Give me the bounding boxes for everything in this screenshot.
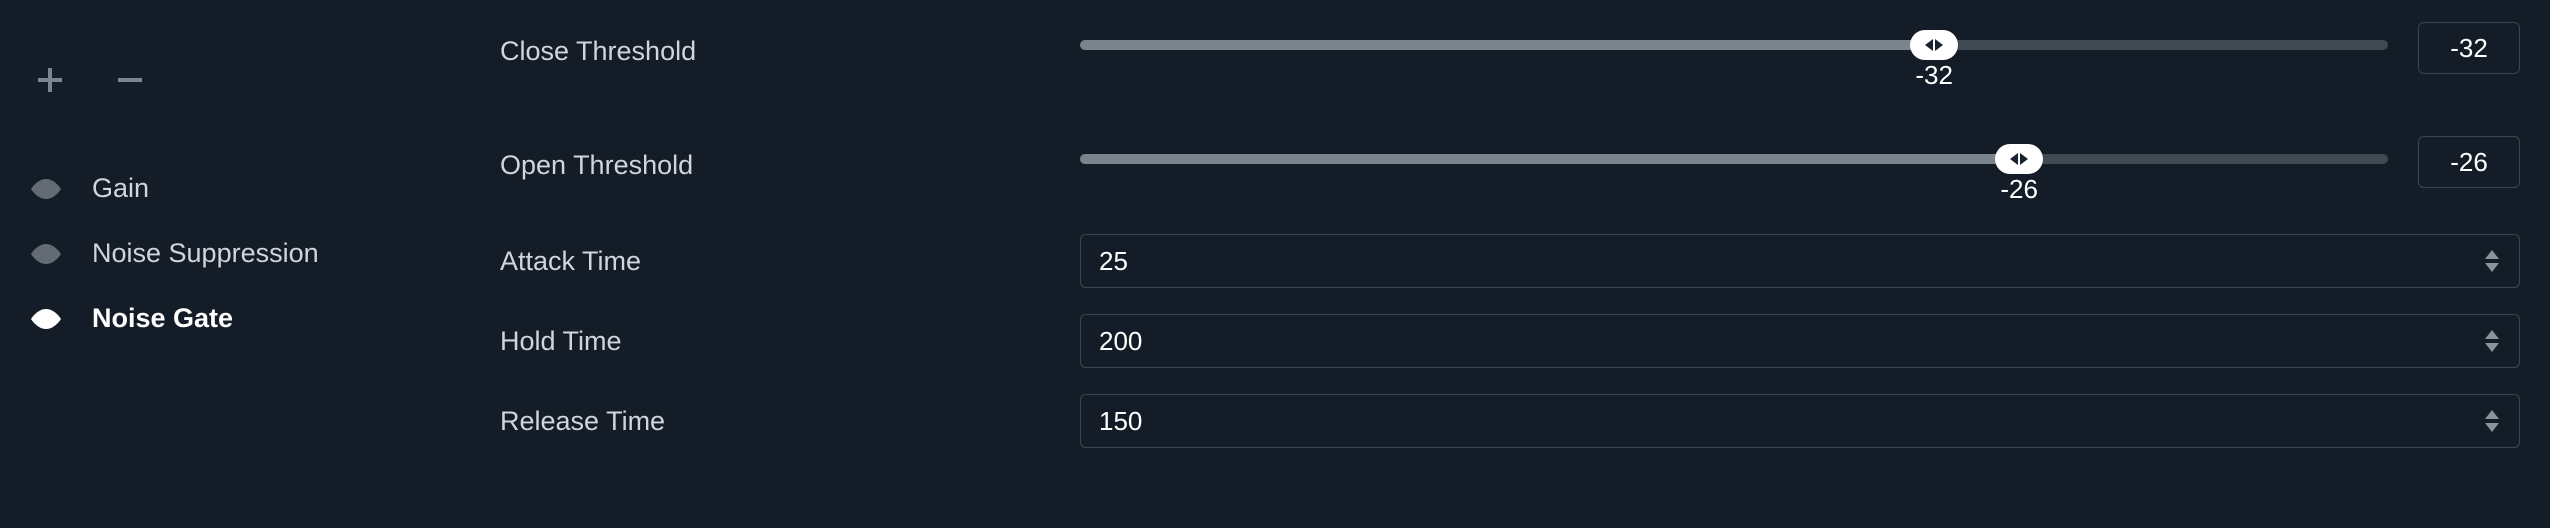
slider-track[interactable]: -26 (1080, 154, 2388, 164)
filter-list: Gain Noise Suppression (30, 156, 470, 351)
chevron-up-icon[interactable] (2485, 410, 2499, 419)
chevron-down-icon[interactable] (2485, 263, 2499, 272)
slider-value-label: -32 (1915, 60, 1953, 91)
chevron-up-icon[interactable] (2485, 250, 2499, 259)
value-box-open-threshold[interactable]: -26 (2418, 136, 2520, 188)
triangle-right-icon (2020, 153, 2028, 165)
row-release-time: Release Time 150 (500, 394, 2520, 448)
sidebar-button-row (30, 60, 470, 100)
chevron-down-icon[interactable] (2485, 423, 2499, 432)
label-release-time: Release Time (500, 406, 1080, 437)
eye-icon (30, 303, 62, 335)
chevron-up-icon[interactable] (2485, 330, 2499, 339)
input-hold-time[interactable]: 200 (1080, 314, 2520, 368)
add-filter-button[interactable] (30, 60, 70, 100)
slider-open-threshold: -26 (1080, 120, 2388, 164)
input-release-time[interactable]: 150 (1080, 394, 2520, 448)
slider-fill (1080, 154, 2019, 164)
filter-item-noise-gate[interactable]: Noise Gate (30, 286, 470, 351)
slider-value-label: -26 (2000, 174, 2038, 205)
row-open-threshold: Open Threshold -26 -26 (500, 120, 2520, 188)
label-hold-time: Hold Time (500, 326, 1080, 357)
spin-arrows (2485, 315, 2509, 367)
chevron-down-icon[interactable] (2485, 343, 2499, 352)
input-value: 150 (1099, 406, 1142, 437)
noise-gate-settings: Close Threshold -32 -32 Open Threshold (500, 0, 2550, 528)
spin-arrows (2485, 395, 2509, 447)
row-hold-time: Hold Time 200 (500, 314, 2520, 368)
value-box-close-threshold[interactable]: -32 (2418, 22, 2520, 74)
input-value: 25 (1099, 246, 1128, 277)
triangle-right-icon (1935, 39, 1943, 51)
triangle-left-icon (1925, 39, 1933, 51)
spin-arrows (2485, 235, 2509, 287)
plus-icon (36, 66, 64, 94)
slider-thumb[interactable] (1910, 30, 1958, 60)
filter-label: Noise Gate (92, 303, 233, 334)
filter-item-gain[interactable]: Gain (30, 156, 470, 221)
label-attack-time: Attack Time (500, 246, 1080, 277)
filter-label: Noise Suppression (92, 238, 319, 269)
filter-item-noise-suppression[interactable]: Noise Suppression (30, 221, 470, 286)
eye-icon (30, 238, 62, 270)
filter-label: Gain (92, 173, 149, 204)
row-attack-time: Attack Time 25 (500, 234, 2520, 288)
slider-thumb[interactable] (1995, 144, 2043, 174)
filters-sidebar: Gain Noise Suppression (0, 0, 500, 528)
label-close-threshold: Close Threshold (500, 6, 1080, 67)
slider-close-threshold: -32 (1080, 6, 2388, 50)
eye-icon (30, 173, 62, 205)
input-attack-time[interactable]: 25 (1080, 234, 2520, 288)
label-open-threshold: Open Threshold (500, 120, 1080, 181)
row-close-threshold: Close Threshold -32 -32 (500, 6, 2520, 74)
slider-fill (1080, 40, 1934, 50)
root-panel: Gain Noise Suppression (0, 0, 2550, 528)
slider-track[interactable]: -32 (1080, 40, 2388, 50)
remove-filter-button[interactable] (110, 60, 150, 100)
minus-icon (116, 66, 144, 94)
input-value: 200 (1099, 326, 1142, 357)
triangle-left-icon (2010, 153, 2018, 165)
